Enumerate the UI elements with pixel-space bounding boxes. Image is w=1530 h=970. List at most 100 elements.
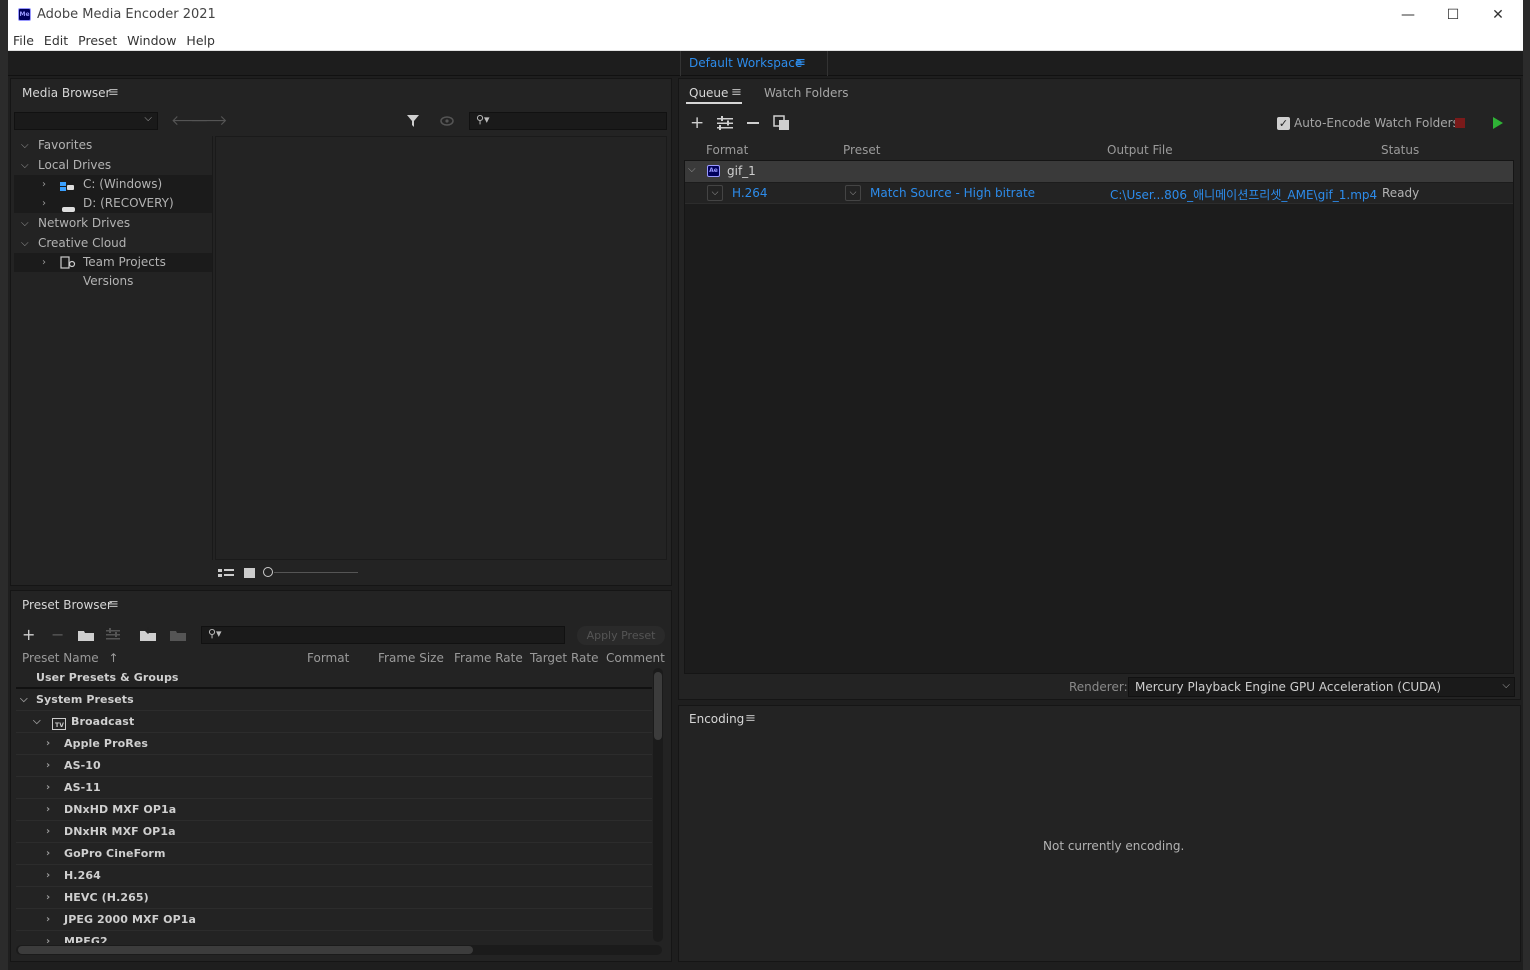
media-content-area[interactable] — [215, 136, 667, 560]
close-button[interactable]: ✕ — [1478, 4, 1518, 26]
preset-search-input[interactable]: ⚲▾ — [201, 626, 565, 644]
renderer-label: Renderer: — [1069, 680, 1128, 694]
column-comment[interactable]: Comment — [606, 651, 665, 665]
tab-watch-folders[interactable]: Watch Folders — [764, 86, 849, 100]
chevron-right-icon: › — [46, 760, 51, 771]
preset-item[interactable]: › DNxHD MXF OP1a — [16, 799, 652, 821]
menu-preset[interactable]: Preset — [73, 30, 122, 50]
broadcast-group[interactable]: ⌵ TV Broadcast — [16, 711, 652, 733]
remove-item-icon[interactable] — [747, 122, 759, 124]
queue-source-row[interactable]: ⌵ Ae gif_1 — [685, 161, 1513, 182]
encoding-panel — [678, 705, 1521, 962]
drive-windows-icon — [60, 179, 74, 191]
tree-network-drives[interactable]: ⌵ Network Drives — [14, 214, 212, 233]
add-source-icon[interactable]: + — [690, 113, 704, 133]
media-search-input[interactable]: ⚲▾ — [469, 112, 667, 130]
preset-item[interactable]: › GoPro CineForm — [16, 843, 652, 865]
user-presets-group[interactable]: User Presets & Groups — [16, 667, 652, 689]
tree-drive-d[interactable]: › D: (RECOVERY) — [14, 194, 212, 213]
column-frame-size[interactable]: Frame Size — [378, 651, 444, 665]
preset-horizontal-scrollbar[interactable] — [16, 945, 662, 955]
workspace-label[interactable]: Default Workspace — [689, 56, 802, 70]
media-tree: ⌵ Favorites ⌵ Local Drives › C: (Windows… — [14, 136, 213, 560]
tree-local-drives[interactable]: ⌵ Local Drives — [14, 156, 212, 175]
chevron-down-icon: ⌵ — [21, 218, 29, 229]
chevron-right-icon: › — [46, 738, 51, 749]
preset-item[interactable]: › JPEG 2000 MXF OP1a — [16, 909, 652, 931]
apply-preset-button[interactable]: Apply Preset — [577, 626, 665, 645]
column-format[interactable]: Format — [706, 143, 748, 157]
eye-icon[interactable] — [439, 114, 455, 128]
encoding-status-message: Not currently encoding. — [1043, 839, 1185, 853]
preset-browser-menu-icon[interactable]: ≡ — [108, 597, 119, 612]
auto-encode-checkbox[interactable]: ✓ — [1277, 117, 1290, 130]
thumbnail-view-icon[interactable] — [244, 568, 255, 578]
preset-item[interactable]: › H.264 — [16, 865, 652, 887]
queue-settings-icon[interactable] — [716, 116, 734, 130]
new-group-icon[interactable] — [77, 628, 95, 642]
team-projects-icon — [60, 256, 76, 269]
column-output-file[interactable]: Output File — [1107, 143, 1173, 157]
import-preset-icon[interactable] — [139, 627, 157, 642]
auto-encode-label: Auto-Encode Watch Folders — [1294, 116, 1459, 130]
output-format[interactable]: H.264 — [732, 186, 768, 200]
preset-item[interactable]: › MPEG2 — [16, 931, 652, 943]
filter-icon[interactable] — [406, 114, 420, 128]
column-preset[interactable]: Preset — [843, 143, 880, 157]
source-name: gif_1 — [727, 164, 756, 178]
preset-item[interactable]: › AS-11 — [16, 777, 652, 799]
tree-team-projects[interactable]: › Team Projects Versions — [14, 253, 212, 288]
svg-text:TV: TV — [55, 722, 64, 729]
queue-output-row[interactable]: ⌵ H.264 ⌵ Match Source - High bitrate C:… — [685, 183, 1513, 204]
menu-help[interactable]: Help — [181, 30, 220, 50]
tree-favorites[interactable]: ⌵ Favorites — [14, 136, 212, 155]
list-view-icon[interactable] — [217, 566, 235, 580]
output-preset[interactable]: Match Source - High bitrate — [870, 186, 1035, 200]
renderer-dropdown[interactable]: Mercury Playback Engine GPU Acceleration… — [1128, 677, 1515, 697]
maximize-button[interactable]: ☐ — [1433, 4, 1473, 26]
tree-creative-cloud[interactable]: ⌵ Creative Cloud — [14, 234, 212, 253]
column-format[interactable]: Format — [307, 651, 349, 665]
scroll-thumb[interactable] — [654, 672, 662, 740]
format-dropdown-icon[interactable]: ⌵ — [707, 185, 723, 201]
remove-preset-icon[interactable]: − — [51, 625, 64, 644]
menu-window[interactable]: Window — [122, 30, 181, 50]
workspace-menu-icon[interactable]: ≡ — [795, 55, 806, 70]
system-presets-group[interactable]: ⌵ System Presets — [16, 689, 652, 711]
minimize-button[interactable]: — — [1388, 4, 1428, 26]
start-queue-button[interactable] — [1493, 117, 1503, 129]
chevron-down-icon: ⌵ — [144, 113, 152, 124]
add-preset-icon[interactable]: + — [22, 625, 35, 644]
preset-settings-icon[interactable] — [105, 628, 121, 642]
queue-menu-icon[interactable]: ≡ — [731, 85, 742, 100]
menu-file[interactable]: File — [8, 30, 39, 50]
output-status: Ready — [1382, 186, 1420, 200]
media-browser-menu-icon[interactable]: ≡ — [108, 85, 119, 100]
preset-dropdown-icon[interactable]: ⌵ — [845, 185, 861, 201]
column-target-rate[interactable]: Target Rate — [530, 651, 598, 665]
preset-vertical-scrollbar[interactable] — [653, 668, 663, 942]
preset-item[interactable]: › AS-10 — [16, 755, 652, 777]
chevron-right-icon: › — [46, 870, 51, 881]
preset-item[interactable]: › Apple ProRes — [16, 733, 652, 755]
zoom-slider-handle[interactable] — [263, 567, 273, 577]
output-file-path[interactable]: C:\User...806_애니메이션프리셋_AME\gif_1.mp4 — [1110, 186, 1377, 203]
menu-edit[interactable]: Edit — [39, 30, 73, 50]
preset-browser-title: Preset Browser — [22, 598, 112, 612]
forward-arrow-icon[interactable]: 🡒 — [190, 112, 228, 129]
column-status[interactable]: Status — [1381, 143, 1419, 157]
scroll-thumb[interactable] — [18, 946, 473, 954]
preset-item[interactable]: › HEVC (H.265) — [16, 887, 652, 909]
stop-queue-button[interactable] — [1455, 118, 1465, 128]
encoding-menu-icon[interactable]: ≡ — [745, 711, 756, 726]
duplicate-icon[interactable] — [773, 115, 790, 131]
preset-item[interactable]: › DNxHR MXF OP1a — [16, 821, 652, 843]
column-frame-rate[interactable]: Frame Rate — [454, 651, 523, 665]
tree-drive-c[interactable]: › C: (Windows) — [14, 175, 212, 194]
tab-queue[interactable]: Queue — [689, 86, 728, 100]
zoom-slider-track[interactable] — [274, 572, 358, 573]
export-preset-icon[interactable] — [169, 627, 187, 642]
queue-list[interactable]: ⌵ Ae gif_1 ⌵ H.264 ⌵ Match Source - High… — [684, 160, 1514, 674]
column-preset-name[interactable]: Preset Name ↑ — [22, 651, 119, 665]
path-dropdown[interactable]: ⌵ — [14, 112, 158, 130]
